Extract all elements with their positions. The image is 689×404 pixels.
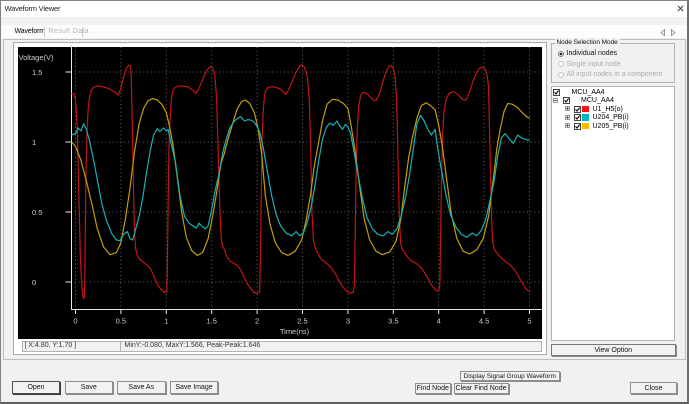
svg-text:2: 2 — [255, 317, 259, 326]
svg-text:3: 3 — [345, 317, 349, 326]
svg-text:1: 1 — [164, 317, 168, 326]
svg-text:1.5: 1.5 — [206, 317, 216, 326]
svg-text:Time(ns): Time(ns) — [279, 327, 309, 336]
svg-text:2.5: 2.5 — [297, 317, 307, 326]
svg-text:1: 1 — [32, 138, 36, 147]
svg-text:3.5: 3.5 — [388, 317, 398, 326]
svg-text:Voltage(V): Voltage(V) — [18, 53, 54, 62]
svg-text:0.5: 0.5 — [32, 208, 42, 217]
svg-text:1.5: 1.5 — [32, 68, 42, 77]
svg-text:0: 0 — [32, 278, 36, 287]
svg-text:4.5: 4.5 — [478, 317, 488, 326]
svg-text:0: 0 — [73, 317, 77, 326]
svg-text:5: 5 — [527, 317, 531, 326]
svg-text:0.5: 0.5 — [115, 317, 125, 326]
svg-text:4: 4 — [436, 317, 440, 326]
